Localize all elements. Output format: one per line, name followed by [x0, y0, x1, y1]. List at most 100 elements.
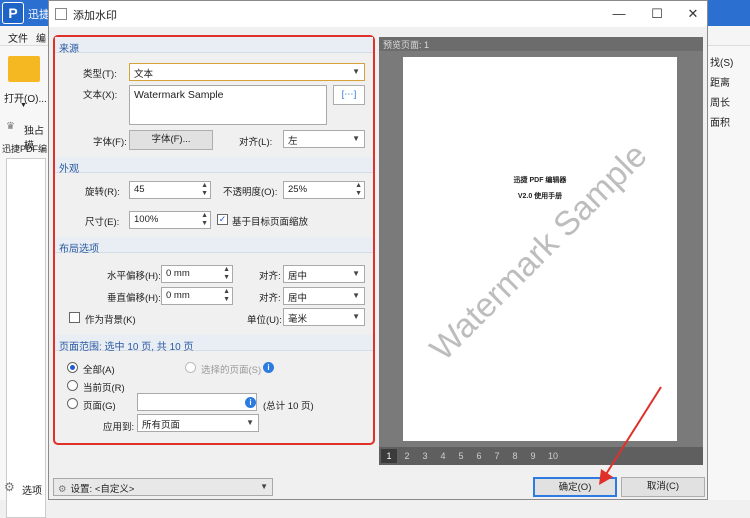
size-stepper[interactable]: 100% ▲ ▼ [129, 211, 211, 229]
folder-icon[interactable] [8, 56, 40, 82]
insert-macro-button[interactable]: [⋯] [333, 85, 365, 105]
align-label: 对齐(L): [239, 137, 273, 148]
section-layout: 布局选项 [55, 237, 373, 255]
info-icon[interactable]: i [263, 362, 274, 373]
crown-icon: ♛ [6, 121, 15, 132]
info-icon[interactable]: i [245, 397, 256, 408]
page-1[interactable]: 1 [381, 449, 397, 463]
rotation-stepper[interactable]: 45 ▲ ▼ [129, 181, 211, 199]
page-3[interactable]: 3 [417, 449, 433, 463]
v-offset-label: 垂直偏移(H): [107, 293, 161, 304]
type-label: 类型(T): [83, 69, 117, 80]
watermark-dialog: 添加水印 — ☐ ✕ 来源 类型(T): 文本 ▼ 文本(X): Watermar… [48, 0, 708, 500]
page-5[interactable]: 5 [453, 449, 469, 463]
chevron-down-icon: ▼ [352, 134, 360, 143]
type-value: 文本 [134, 69, 154, 80]
pages-label: 页面(G) [83, 401, 116, 412]
stepper-arrows-icon[interactable]: ▲ ▼ [355, 182, 362, 198]
h-align-value: 居中 [288, 271, 308, 282]
app-title: 迅捷 [28, 9, 50, 21]
v-offset-stepper[interactable]: 0 mm ▲ ▼ [161, 287, 233, 305]
menu-file[interactable]: 文件 [8, 30, 28, 45]
rotation-label: 旋转(R): [85, 187, 120, 198]
all-pages-radio[interactable] [67, 362, 78, 373]
current-page-radio[interactable] [67, 380, 78, 391]
apply-to-value: 所有页面 [142, 420, 181, 431]
stepper-arrows-icon[interactable]: ▲ ▼ [223, 266, 230, 282]
tab-document[interactable]: 迅捷PDF编 [2, 142, 47, 155]
settings-value: <自定义> [94, 484, 135, 495]
settings-select[interactable]: ⚙ 设置: <自定义> ▼ [53, 478, 273, 496]
section-source: 来源 [55, 37, 373, 55]
h-offset-value: 0 mm [166, 268, 190, 279]
preview-header: 预览页面: 1 [379, 37, 703, 51]
pages-radio[interactable] [67, 398, 78, 409]
annotation-arrow-icon [599, 386, 662, 485]
page-6[interactable]: 6 [471, 449, 487, 463]
pages-field[interactable] [137, 393, 257, 411]
app-right-panel: 找(S) 距离 周长 面积 [706, 46, 750, 500]
area-tool[interactable]: 面积 [710, 114, 730, 129]
size-value: 100% [134, 214, 159, 225]
chevron-down-icon: ▼ [352, 312, 360, 321]
scale-checkbox[interactable]: ✓ [217, 214, 228, 225]
document-area [6, 158, 46, 518]
minimize-button[interactable]: — [609, 5, 629, 23]
v-align-label: 对齐: [259, 293, 281, 304]
unit-select[interactable]: 毫米 ▼ [283, 308, 365, 326]
h-align-label: 对齐: [259, 271, 281, 282]
align-select[interactable]: 左 ▼ [283, 130, 365, 148]
rotation-value: 45 [134, 184, 145, 195]
watermark-preview: Watermark Sample [422, 136, 655, 369]
page-9[interactable]: 9 [525, 449, 541, 463]
page-10[interactable]: 10 [543, 449, 563, 463]
stepper-arrows-icon[interactable]: ▲ ▼ [201, 212, 208, 228]
page-7[interactable]: 7 [489, 449, 505, 463]
selected-pages-label: 选择的页面(S) [201, 365, 262, 376]
stepper-arrows-icon[interactable]: ▲ ▼ [201, 182, 208, 198]
selected-pages-radio[interactable] [185, 362, 196, 373]
chevron-down-icon[interactable]: ▼ [20, 102, 27, 109]
dialog-titlebar: 添加水印 — ☐ ✕ [49, 1, 707, 27]
dialog-icon [55, 8, 67, 20]
opacity-label: 不透明度(O): [223, 187, 278, 198]
page-4[interactable]: 4 [435, 449, 451, 463]
watermark-text-field[interactable]: Watermark Sample [129, 85, 327, 125]
font-button[interactable]: 字体(F)... [129, 130, 213, 150]
options-label[interactable]: 选项 [22, 482, 42, 497]
perimeter-tool[interactable]: 周长 [710, 94, 730, 109]
chevron-down-icon: ▼ [352, 269, 360, 278]
app-logo-icon: P [2, 2, 24, 24]
background-checkbox[interactable] [69, 312, 80, 323]
v-offset-value: 0 mm [166, 290, 190, 301]
font-label: 字体(F): [93, 137, 127, 148]
distance-tool[interactable]: 距离 [710, 74, 730, 89]
chevron-down-icon: ▼ [352, 291, 360, 300]
menu-edit[interactable]: 编 [36, 30, 46, 45]
section-page-range: 页面范围: 选中 10 页, 共 10 页 [55, 335, 373, 353]
chevron-down-icon: ▼ [246, 418, 254, 427]
align-value: 左 [288, 136, 298, 147]
page-8[interactable]: 8 [507, 449, 523, 463]
maximize-button[interactable]: ☐ [647, 5, 667, 23]
unit-label: 单位(U): [247, 315, 282, 326]
v-align-select[interactable]: 居中 ▼ [283, 287, 365, 305]
current-page-label: 当前页(R) [83, 383, 125, 394]
chevron-down-icon: ▼ [352, 67, 360, 76]
find-tool[interactable]: 找(S) [710, 54, 733, 69]
gear-icon: ⚙ [4, 480, 15, 494]
opacity-stepper[interactable]: 25% ▲ ▼ [283, 181, 365, 199]
page-2[interactable]: 2 [399, 449, 415, 463]
apply-to-select[interactable]: 所有页面 ▼ [137, 414, 259, 432]
gear-icon: ⚙ [58, 484, 67, 495]
close-button[interactable]: ✕ [683, 5, 703, 23]
apply-to-label: 应用到: [103, 422, 135, 433]
type-select[interactable]: 文本 ▼ [129, 63, 365, 81]
h-offset-label: 水平偏移(H): [107, 271, 161, 282]
background-label: 作为背景(K) [85, 315, 136, 326]
h-offset-stepper[interactable]: 0 mm ▲ ▼ [161, 265, 233, 283]
stepper-arrows-icon[interactable]: ▲ ▼ [223, 288, 230, 304]
h-align-select[interactable]: 居中 ▼ [283, 265, 365, 283]
unit-value: 毫米 [288, 314, 308, 325]
opacity-value: 25% [288, 184, 308, 195]
